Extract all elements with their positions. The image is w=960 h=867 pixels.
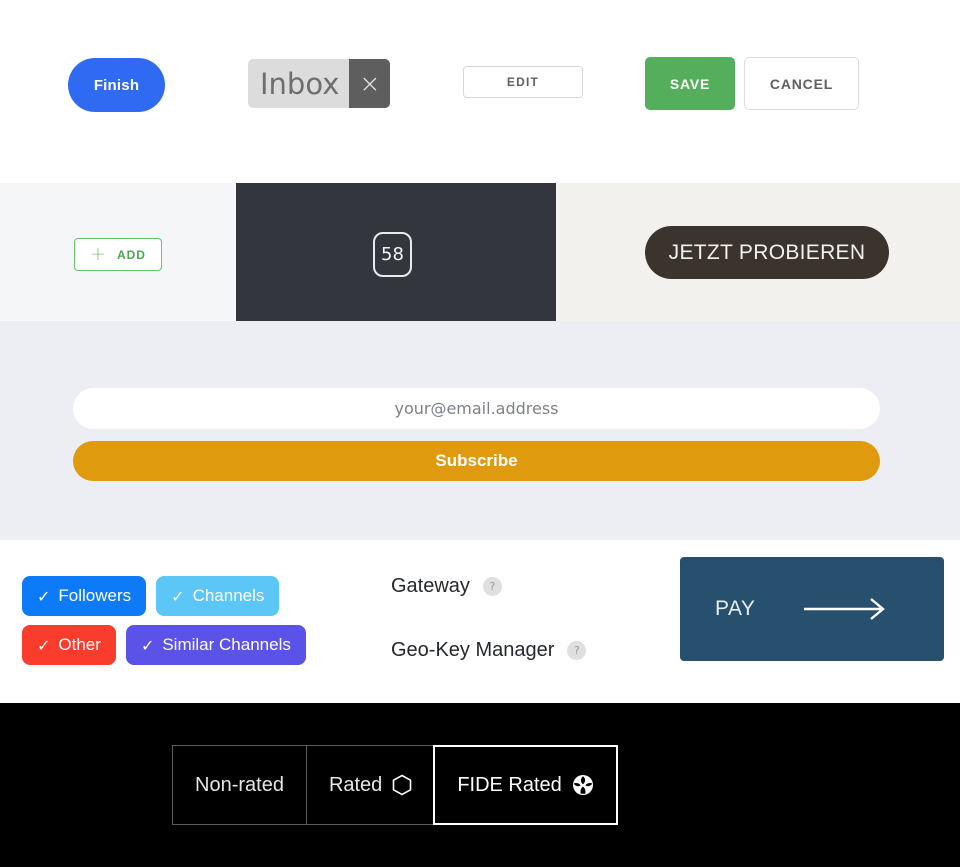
filter-chip-group: ✓ Followers ✓ Channels ✓ Other ✓ Similar…	[22, 576, 352, 665]
add-button-label: ADD	[116, 247, 146, 262]
help-circle-icon[interactable]: ?	[567, 641, 587, 660]
edit-button[interactable]: EDIT	[463, 66, 583, 98]
chip-label: Followers	[58, 586, 132, 605]
gateway-row-gateway: Gateway ?	[391, 575, 502, 598]
chip-similar-channels[interactable]: ✓ Similar Channels	[125, 625, 306, 665]
segment-label: FIDE Rated	[457, 773, 562, 796]
inbox-tag[interactable]: Inbox ×	[248, 59, 391, 108]
fide-globe-icon	[572, 774, 594, 796]
try-now-button[interactable]: JETZT PROBIEREN	[645, 226, 889, 279]
segment-fide-rated[interactable]: FIDE Rated	[433, 745, 618, 825]
check-icon: ✓	[171, 586, 185, 606]
cancel-button[interactable]: CANCEL	[744, 57, 859, 110]
gateway-row-geo-key-manager: Geo-Key Manager ?	[391, 639, 587, 662]
geo-key-manager-label: Geo-Key Manager	[391, 639, 555, 661]
check-icon: ✓	[37, 586, 51, 606]
pay-button-label: PAY	[715, 597, 756, 620]
chip-label: Similar Channels	[162, 635, 291, 654]
check-icon: ✓	[37, 635, 51, 655]
hexagon-icon	[392, 774, 412, 796]
plus-icon: +	[90, 243, 106, 265]
finish-button[interactable]: Finish	[68, 58, 165, 112]
segment-non-rated[interactable]: Non-rated	[172, 745, 306, 825]
chip-channels[interactable]: ✓ Channels	[156, 576, 280, 616]
save-button[interactable]: SAVE	[645, 57, 735, 110]
pay-button[interactable]: PAY	[680, 557, 944, 661]
check-icon: ✓	[140, 635, 155, 655]
rating-segmented-control: Non-rated Rated FIDE Rated	[172, 745, 618, 825]
gateway-label: Gateway	[391, 575, 470, 597]
arrow-right-icon	[803, 598, 889, 620]
subscribe-button[interactable]: Subscribe	[73, 441, 880, 481]
segment-rated[interactable]: Rated	[305, 745, 435, 825]
chip-label: Channels	[192, 586, 265, 605]
chip-other[interactable]: ✓ Other	[22, 625, 116, 665]
subscribe-section	[0, 321, 960, 540]
add-button[interactable]: + ADD	[74, 238, 162, 271]
toolbar-section: Finish Inbox × EDIT SAVE CANCEL	[0, 0, 960, 183]
chip-followers[interactable]: ✓ Followers	[22, 576, 147, 616]
counter-badge: 58	[373, 232, 412, 277]
page-root: Finish Inbox × EDIT SAVE CANCEL + ADD 58…	[0, 0, 960, 867]
segment-label: Rated	[328, 773, 383, 796]
close-icon[interactable]: ×	[349, 59, 391, 108]
segment-label: Non-rated	[195, 773, 284, 796]
inbox-tag-label: Inbox	[248, 59, 350, 108]
help-circle-icon[interactable]: ?	[482, 577, 502, 596]
chip-label: Other	[58, 635, 101, 654]
email-input[interactable]	[73, 388, 880, 429]
